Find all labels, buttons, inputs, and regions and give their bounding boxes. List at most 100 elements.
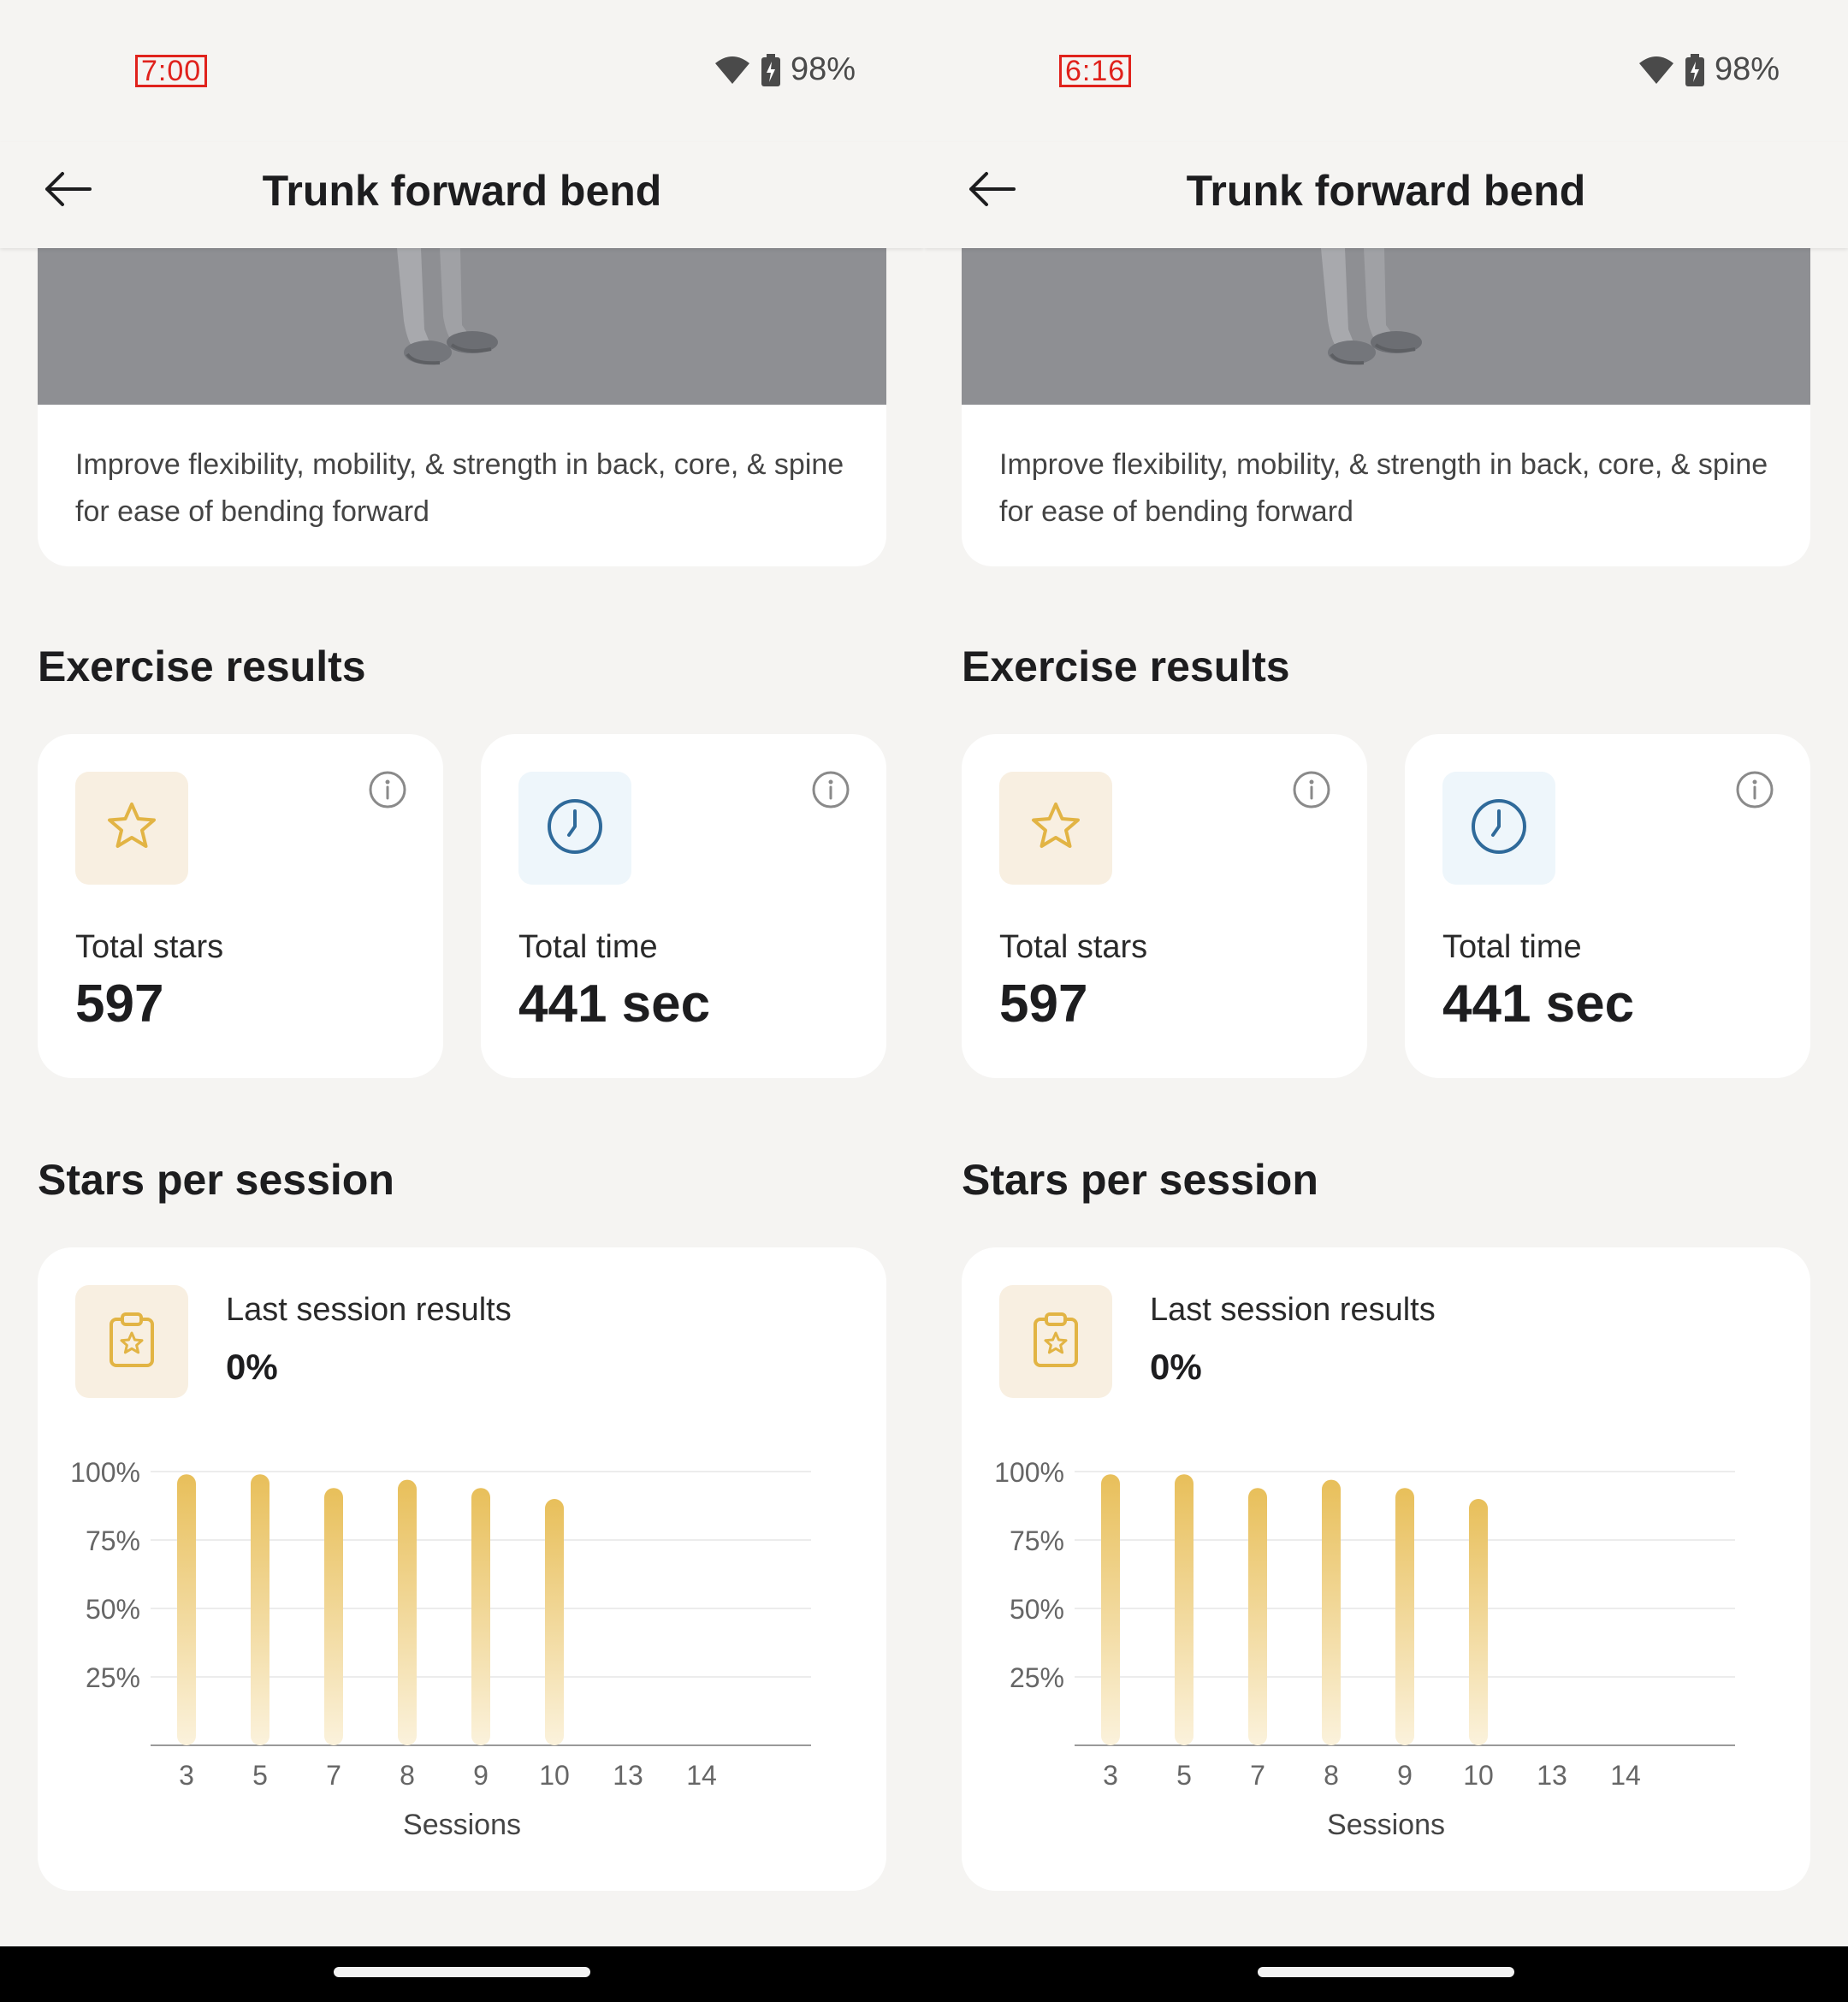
left-screen: 7:00 98% Trunk forward bend Improve flex… — [0, 0, 924, 1946]
battery-charging-icon — [761, 53, 780, 86]
time-icon-box — [1442, 772, 1555, 885]
exercise-video-thumbnail[interactable] — [38, 248, 886, 405]
status-icons: 98% — [714, 51, 856, 88]
star-icon — [104, 799, 159, 858]
exercise-results-title: Exercise results — [962, 643, 1290, 690]
battery-level: 98% — [1714, 51, 1780, 87]
y-tick-label: 25% — [1010, 1662, 1064, 1693]
x-tick-label: 7 — [326, 1760, 341, 1791]
stars-bar-chart: 100% 75% 50% 25% 3 5 7 8 9 10 13 14 Sessions — [70, 1457, 811, 1841]
x-tick-label: 10 — [539, 1760, 570, 1791]
session-bar — [545, 1499, 564, 1745]
status-bar: 6:16 98% — [924, 0, 1848, 142]
session-bar — [1101, 1474, 1120, 1745]
info-icon — [1292, 770, 1331, 814]
info-icon — [368, 770, 407, 814]
stars-icon-box — [999, 772, 1112, 885]
total-time-card: Total time 441 sec — [481, 734, 886, 1078]
stars-per-session-card: Last session results 0% 100% 75% 50% 25% 3 5 7… — [38, 1247, 886, 1891]
session-bar — [398, 1479, 417, 1745]
y-tick-label: 25% — [86, 1662, 140, 1693]
app-header: Trunk forward bend — [0, 142, 924, 248]
stars-per-session-card: Last session results 0% 100% 75% 50% 25% 3 5 7… — [962, 1247, 1810, 1891]
session-bar — [251, 1474, 270, 1745]
home-gesture-handle[interactable] — [1258, 1967, 1514, 1977]
stars-bar-chart: 100% 75% 50% 25% 3 5 7 8 9 10 13 14 Sessions — [994, 1457, 1735, 1841]
total-time-card: Total time 441 sec — [1405, 734, 1810, 1078]
total-stars-value: 597 — [999, 974, 1088, 1034]
x-tick-label: 9 — [1397, 1760, 1413, 1791]
total-stars-card: Total stars 597 — [38, 734, 443, 1078]
x-tick-label: 8 — [400, 1760, 415, 1791]
status-time: 6:16 — [1059, 55, 1132, 87]
x-tick-label: 13 — [613, 1760, 643, 1791]
wifi-icon — [1638, 55, 1675, 86]
total-time-value: 441 sec — [1442, 974, 1635, 1034]
y-tick-label: 50% — [86, 1594, 140, 1625]
x-tick-label: 3 — [179, 1760, 194, 1791]
x-axis-title: Sessions — [403, 1809, 521, 1841]
home-gesture-handle[interactable] — [334, 1967, 590, 1977]
right-screen: 6:16 98% Trunk forward bend Improve flex… — [924, 0, 1848, 1946]
time-info-button[interactable] — [811, 770, 850, 814]
total-time-label: Total time — [1442, 929, 1582, 965]
clock-icon — [1470, 797, 1528, 860]
session-bar — [177, 1474, 196, 1745]
star-icon — [1028, 799, 1083, 858]
x-tick-label: 7 — [1250, 1760, 1265, 1791]
exercise-description: Improve flexibility, mobility, & strengt… — [75, 448, 844, 528]
y-tick-label: 75% — [86, 1525, 140, 1556]
status-bar: 7:00 98% — [0, 0, 924, 142]
x-tick-label: 9 — [473, 1760, 489, 1791]
session-bar — [1322, 1479, 1341, 1745]
battery-charging-icon — [1685, 53, 1704, 86]
total-time-value: 441 sec — [518, 974, 711, 1034]
session-bar — [1395, 1488, 1414, 1745]
page-title: Trunk forward bend — [262, 167, 662, 215]
info-icon — [1735, 770, 1774, 814]
figure-legs-illustration — [397, 248, 498, 365]
y-tick-label: 100% — [70, 1457, 140, 1488]
exercise-results-title: Exercise results — [38, 643, 366, 690]
status-time: 7:00 — [135, 55, 208, 87]
time-info-button[interactable] — [1735, 770, 1774, 814]
wifi-icon — [714, 55, 751, 86]
stars-info-button[interactable] — [368, 770, 407, 814]
x-tick-label: 3 — [1103, 1760, 1118, 1791]
battery-level: 98% — [790, 51, 856, 87]
total-time-label: Total time — [518, 929, 658, 965]
x-axis-title: Sessions — [1327, 1809, 1445, 1841]
clock-icon — [546, 797, 604, 860]
session-bar — [324, 1488, 343, 1745]
total-stars-label: Total stars — [75, 929, 224, 965]
time-icon-box — [518, 772, 631, 885]
exercise-description: Improve flexibility, mobility, & strengt… — [999, 448, 1768, 528]
exercise-intro-card: Improve flexibility, mobility, & strengt… — [962, 248, 1810, 566]
system-navigation-bar — [0, 1946, 1848, 2002]
stars-per-session-title: Stars per session — [962, 1156, 1318, 1204]
x-tick-label: 14 — [686, 1760, 717, 1791]
stars-info-button[interactable] — [1292, 770, 1331, 814]
y-tick-label: 100% — [994, 1457, 1064, 1488]
session-bar — [471, 1488, 490, 1745]
exercise-intro-card: Improve flexibility, mobility, & strengt… — [38, 248, 886, 566]
session-bar — [1175, 1474, 1194, 1745]
stars-icon-box — [75, 772, 188, 885]
x-tick-label: 8 — [1324, 1760, 1339, 1791]
status-icons: 98% — [1638, 51, 1780, 88]
y-tick-label: 75% — [1010, 1525, 1064, 1556]
exercise-video-thumbnail[interactable] — [962, 248, 1810, 405]
session-bar — [1248, 1488, 1267, 1745]
x-tick-label: 5 — [1176, 1760, 1192, 1791]
page-title: Trunk forward bend — [1186, 167, 1586, 215]
total-stars-card: Total stars 597 — [962, 734, 1367, 1078]
x-tick-label: 10 — [1463, 1760, 1494, 1791]
x-tick-label: 14 — [1610, 1760, 1641, 1791]
info-icon — [811, 770, 850, 814]
app-header: Trunk forward bend — [924, 142, 1848, 248]
total-stars-value: 597 — [75, 974, 164, 1034]
x-tick-label: 5 — [252, 1760, 268, 1791]
figure-legs-illustration — [1321, 248, 1422, 365]
y-tick-label: 50% — [1010, 1594, 1064, 1625]
stars-per-session-title: Stars per session — [38, 1156, 394, 1204]
